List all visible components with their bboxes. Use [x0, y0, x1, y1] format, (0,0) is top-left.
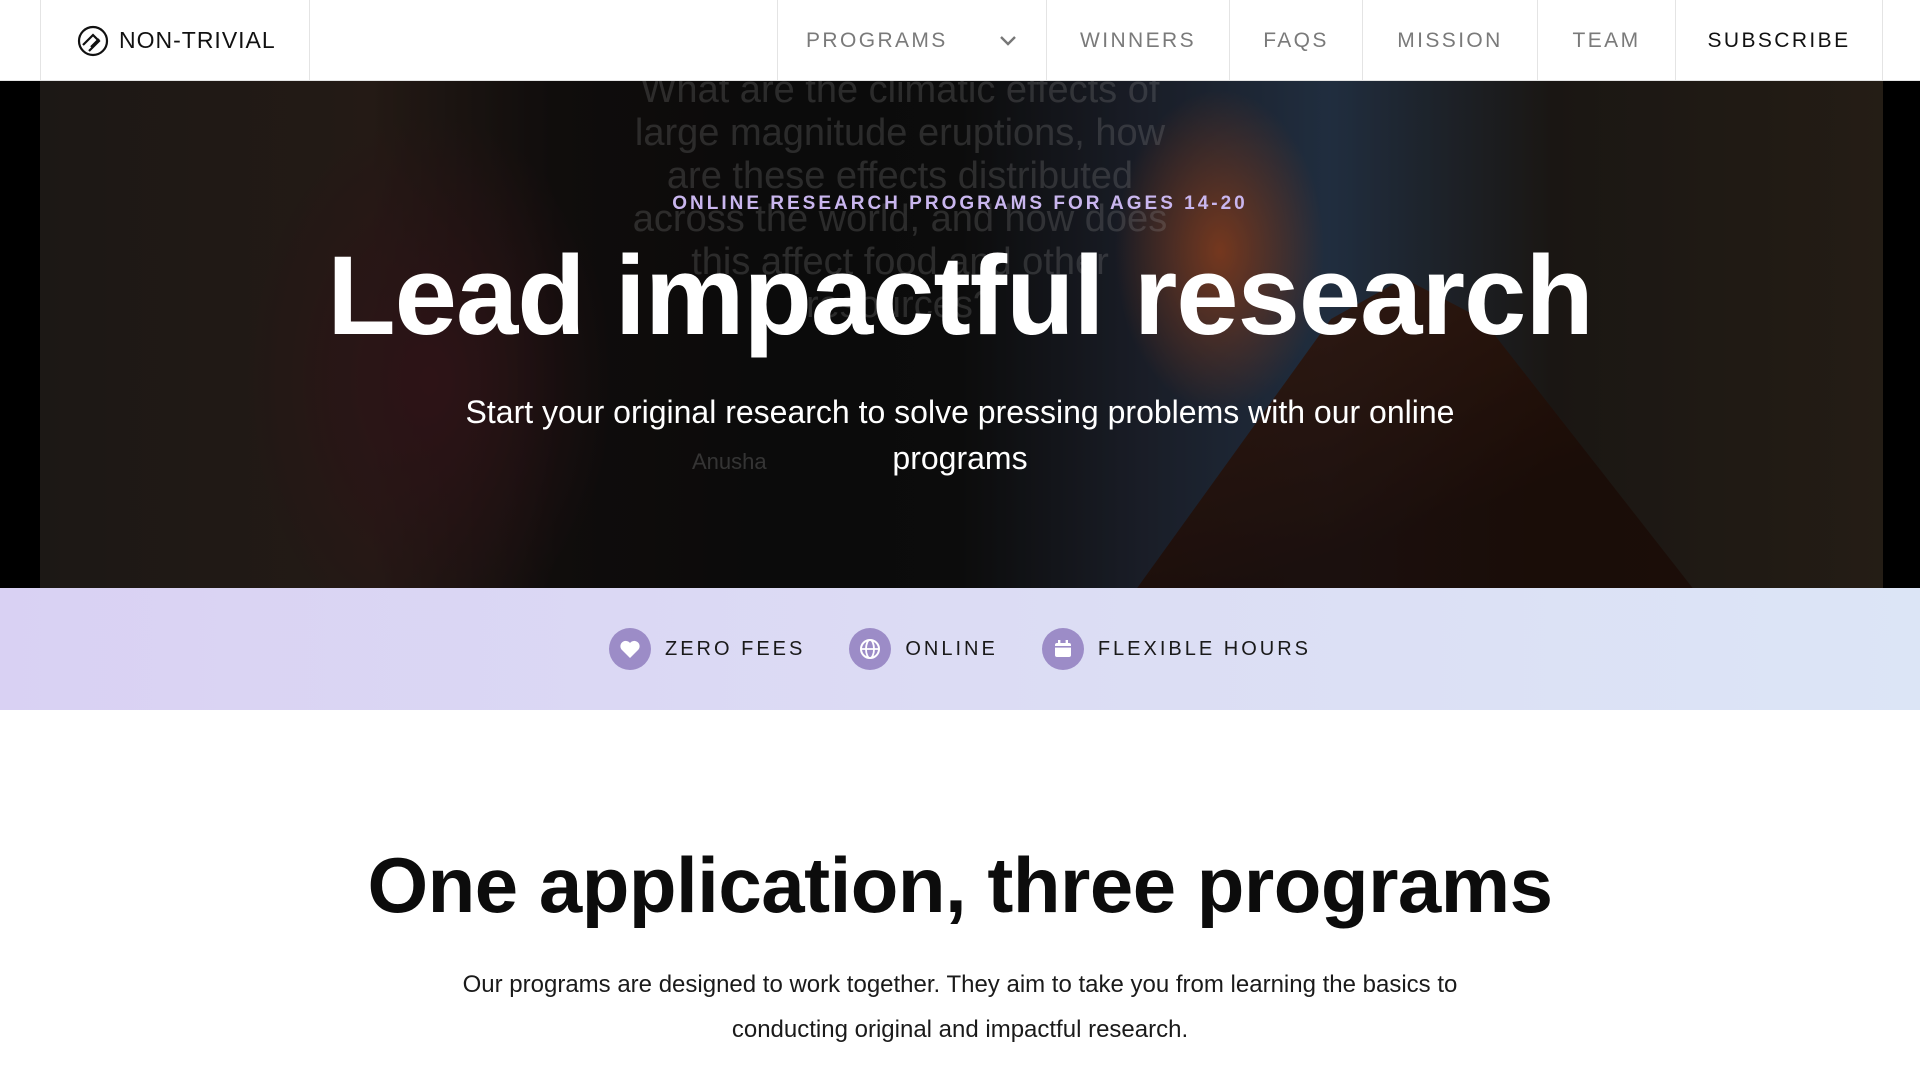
nav-item-team[interactable]: TEAM: [1538, 0, 1676, 81]
calendar-icon: [1041, 628, 1084, 670]
nav-item-label: PROGRAMS: [806, 28, 948, 52]
feature-label: ONLINE: [905, 637, 998, 660]
brand-logo-link[interactable]: NON-TRIVIAL: [40, 0, 310, 81]
feature-zero-fees: ZERO FEES: [609, 628, 805, 670]
hero-subtitle: Start your original research to solve pr…: [465, 394, 1455, 476]
feature-strip: ZERO FEES ONLINE FLEXIBLE HOURS: [0, 588, 1920, 710]
hero-title: Lead impactful research: [327, 233, 1594, 358]
hero-section: What are the climatic effects of large m…: [0, 81, 1920, 588]
globe-icon: [849, 628, 892, 670]
programs-section-title: One application, three programs: [367, 841, 1553, 929]
nav-item-subscribe[interactable]: SUBSCRIBE: [1676, 0, 1883, 81]
nav-item-label: MISSION: [1397, 28, 1503, 52]
nav-item-mission[interactable]: MISSION: [1363, 0, 1538, 81]
feature-online: ONLINE: [849, 628, 997, 670]
feature-label: FLEXIBLE HOURS: [1097, 637, 1311, 660]
brand-name: NON-TRIVIAL: [119, 27, 276, 53]
nav-item-label: WINNERS: [1080, 28, 1196, 52]
nav-item-label: FAQS: [1263, 28, 1329, 52]
non-trivial-logo-icon: [77, 25, 109, 56]
heart-icon: [609, 628, 651, 670]
chevron-down-icon: [1000, 35, 1016, 46]
top-navigation: NON-TRIVIAL PROGRAMS WINNERS FAQS MISSIO…: [0, 0, 1920, 81]
nav-item-winners[interactable]: WINNERS: [1047, 0, 1230, 81]
nav-item-label: SUBSCRIBE: [1707, 28, 1851, 52]
nav-item-faqs[interactable]: FAQS: [1230, 0, 1363, 81]
programs-section-text: Our programs are designed to work togeth…: [462, 971, 1458, 1043]
hero-eyebrow: ONLINE RESEARCH PROGRAMS FOR AGES 14-20: [672, 193, 1248, 214]
nav-item-label: TEAM: [1572, 28, 1641, 52]
nav-item-programs[interactable]: PROGRAMS: [777, 0, 1047, 81]
feature-flexible-hours: FLEXIBLE HOURS: [1041, 628, 1311, 670]
feature-label: ZERO FEES: [665, 637, 806, 660]
